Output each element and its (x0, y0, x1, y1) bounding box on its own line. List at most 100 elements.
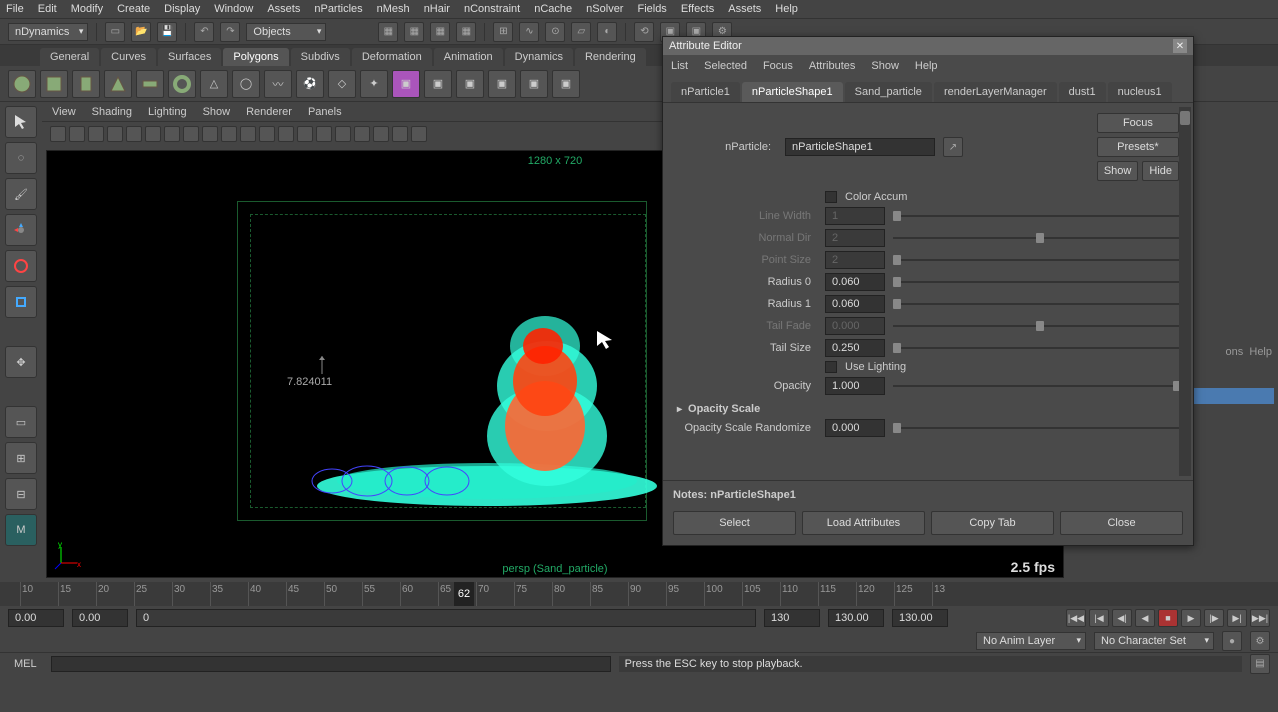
select-button[interactable]: Select (673, 511, 796, 535)
shelf-tab-animation[interactable]: Animation (434, 48, 503, 66)
presets-button[interactable]: Presets* (1097, 137, 1179, 157)
sculpt-icon[interactable]: ✦ (360, 70, 388, 98)
color-accum-checkbox[interactable] (825, 191, 837, 203)
range-end-field2[interactable] (892, 609, 948, 627)
select-tool-icon[interactable] (5, 106, 37, 138)
load-attributes-button[interactable]: Load Attributes (802, 511, 925, 535)
node-name-field[interactable] (785, 138, 935, 156)
menu-edit[interactable]: Edit (38, 3, 57, 15)
select-all-icon[interactable]: ▦ (404, 22, 424, 42)
vp-field-chart-icon[interactable] (221, 126, 237, 142)
selection-mode-dropdown[interactable]: Objects (246, 23, 326, 41)
menu-window[interactable]: Window (214, 3, 253, 15)
undo-icon[interactable]: ↶ (194, 22, 214, 42)
lasso-tool-icon[interactable]: ◌ (5, 142, 37, 174)
rotate-tool-icon[interactable] (5, 250, 37, 282)
history-icon[interactable]: ⟲ (634, 22, 654, 42)
range-start-field[interactable] (8, 609, 64, 627)
go-up-icon[interactable]: ↗ (943, 137, 963, 157)
vp-grid-icon[interactable] (145, 126, 161, 142)
attr-menu-focus[interactable]: Focus (763, 60, 793, 72)
vp-2d-pan-icon[interactable] (107, 126, 123, 142)
tail-size-slider[interactable] (893, 342, 1179, 354)
vp-xray-joints-icon[interactable] (411, 126, 427, 142)
attr-tab-nparticle1[interactable]: nParticle1 (671, 82, 740, 102)
pipe-icon[interactable]: ◯ (232, 70, 260, 98)
vp-bookmark-icon[interactable] (69, 126, 85, 142)
layout-single-icon[interactable]: ▭ (5, 406, 37, 438)
shelf-tab-general[interactable]: General (40, 48, 99, 66)
select-hierarchy-icon[interactable]: ▦ (430, 22, 450, 42)
combine-icon[interactable]: ▣ (424, 70, 452, 98)
open-scene-icon[interactable]: 📂 (131, 22, 151, 42)
vp-shadows-icon[interactable] (354, 126, 370, 142)
scale-tool-icon[interactable] (5, 286, 37, 318)
attr-tab-renderlayermgr[interactable]: renderLayerManager (934, 82, 1057, 102)
platonic-icon[interactable]: ◇ (328, 70, 356, 98)
attr-menu-attributes[interactable]: Attributes (809, 60, 855, 72)
close-icon[interactable]: ✕ (1173, 39, 1187, 53)
vp-res-gate-icon[interactable] (183, 126, 199, 142)
vp-lights-icon[interactable] (335, 126, 351, 142)
vp-menu-shading[interactable]: Shading (92, 106, 132, 118)
attr-menu-selected[interactable]: Selected (704, 60, 747, 72)
vp-wireframe-icon[interactable] (278, 126, 294, 142)
step-fwd-key-icon[interactable]: ▶| (1227, 609, 1247, 627)
vp-film-gate-icon[interactable] (164, 126, 180, 142)
move-tool-icon[interactable] (5, 214, 37, 246)
play-back-icon[interactable]: ◀ (1135, 609, 1155, 627)
vp-image-plane-icon[interactable] (88, 126, 104, 142)
menu-help[interactable]: Help (775, 3, 798, 15)
step-back-key-icon[interactable]: |◀ (1089, 609, 1109, 627)
shelf-tab-deformation[interactable]: Deformation (352, 48, 432, 66)
radius0-slider[interactable] (893, 276, 1179, 288)
script-editor-icon[interactable]: ▤ (1250, 654, 1270, 674)
vp-menu-view[interactable]: View (52, 106, 76, 118)
soccer-icon[interactable]: ⚽ (296, 70, 324, 98)
attr-tab-nucleus1[interactable]: nucleus1 (1108, 82, 1172, 102)
snap-curve-icon[interactable]: ∿ (519, 22, 539, 42)
go-end-icon[interactable]: ▶▶| (1250, 609, 1270, 627)
tail-size-field[interactable] (825, 339, 885, 357)
module-dropdown[interactable]: nDynamics (8, 23, 88, 41)
vp-textured-icon[interactable] (316, 126, 332, 142)
use-lighting-checkbox[interactable] (825, 361, 837, 373)
vp-camera-icon[interactable] (50, 126, 66, 142)
shelf-tab-subdivs[interactable]: Subdivs (291, 48, 350, 66)
menu-create[interactable]: Create (117, 3, 150, 15)
vp-smooth-shade-icon[interactable] (297, 126, 313, 142)
smooth-icon[interactable]: ▣ (520, 70, 548, 98)
sphere-icon[interactable] (8, 70, 36, 98)
opacity-slider[interactable] (893, 380, 1179, 392)
type-icon[interactable]: ▣ (392, 70, 420, 98)
select-object-icon[interactable]: ▦ (456, 22, 476, 42)
helix-icon[interactable]: 〰 (264, 70, 292, 98)
shelf-tab-polygons[interactable]: Polygons (223, 48, 288, 66)
playback-end-field[interactable] (764, 609, 820, 627)
hide-button[interactable]: Hide (1142, 161, 1179, 181)
radius1-slider[interactable] (893, 298, 1179, 310)
shelf-tab-curves[interactable]: Curves (101, 48, 156, 66)
range-slider[interactable] (136, 609, 756, 627)
radius1-field[interactable] (825, 295, 885, 313)
step-fwd-icon[interactable]: |▶ (1204, 609, 1224, 627)
go-start-icon[interactable]: |◀◀ (1066, 609, 1086, 627)
menu-ncache[interactable]: nCache (534, 3, 572, 15)
current-frame-marker[interactable]: 62 (454, 582, 474, 606)
prism-icon[interactable]: △ (200, 70, 228, 98)
opacity-rand-field[interactable] (825, 419, 885, 437)
cone-icon[interactable] (104, 70, 132, 98)
redo-icon[interactable]: ↷ (220, 22, 240, 42)
vp-menu-renderer[interactable]: Renderer (246, 106, 292, 118)
radius0-field[interactable] (825, 273, 885, 291)
save-scene-icon[interactable]: 💾 (157, 22, 177, 42)
maya-logo-icon[interactable]: M (5, 514, 37, 546)
attr-menu-show[interactable]: Show (871, 60, 899, 72)
attr-tab-nparticleshape1[interactable]: nParticleShape1 (742, 82, 843, 102)
menu-file[interactable]: File (6, 3, 24, 15)
prefs-icon[interactable]: ⚙ (1250, 631, 1270, 651)
boolean-icon[interactable]: ▣ (552, 70, 580, 98)
vp-menu-panels[interactable]: Panels (308, 106, 342, 118)
layout-four-icon[interactable]: ⊞ (5, 442, 37, 474)
snap-point-icon[interactable]: ⊙ (545, 22, 565, 42)
